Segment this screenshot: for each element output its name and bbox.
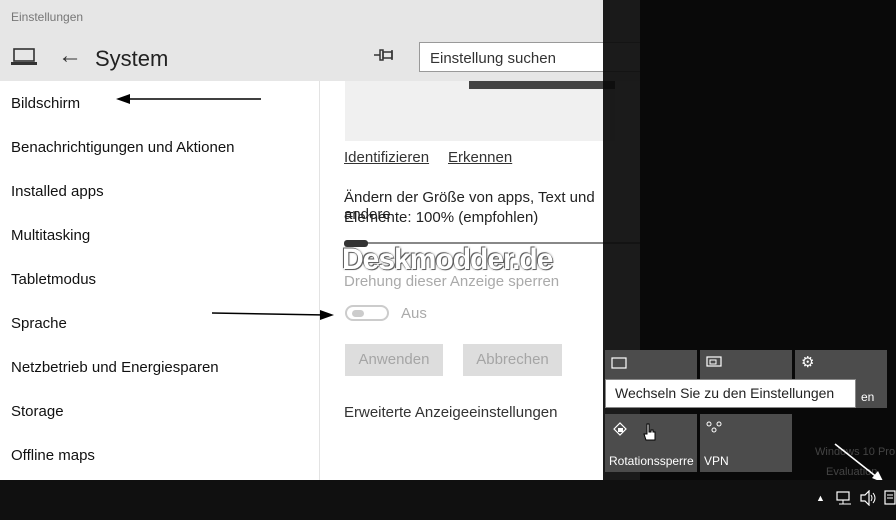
hand-cursor-icon bbox=[643, 423, 657, 448]
taskbar: ▲ bbox=[0, 480, 896, 520]
vpn-icon bbox=[706, 420, 722, 438]
annotation-arrows bbox=[116, 94, 334, 320]
tile-rotation-lock-label: Rotationssperre bbox=[609, 454, 694, 468]
project-icon bbox=[706, 356, 724, 375]
tooltip: Wechseln Sie zu den Einstellungen bbox=[605, 379, 856, 408]
action-center: ⚙ en Rotationssperre VPN bbox=[603, 0, 896, 480]
arrow-line-2 bbox=[211, 312, 327, 316]
tray-overflow-icon[interactable]: ▲ bbox=[816, 493, 825, 503]
watermark: Deskmodder.de bbox=[342, 243, 553, 276]
rotation-lock-icon bbox=[611, 420, 629, 443]
settings-window: Einstellungen ← System Einstellung suche… bbox=[0, 0, 640, 480]
arrow-head-1 bbox=[116, 94, 130, 104]
tile-vpn-label: VPN bbox=[704, 454, 729, 468]
gear-icon: ⚙ bbox=[801, 354, 815, 371]
tile-vpn[interactable]: VPN bbox=[700, 414, 792, 472]
tile-settings-label: en bbox=[861, 390, 875, 404]
volume-icon[interactable] bbox=[860, 489, 878, 509]
action-center-icon[interactable] bbox=[884, 490, 896, 509]
arrow-head-2 bbox=[320, 310, 334, 320]
network-icon[interactable] bbox=[836, 490, 854, 509]
tablet-icon bbox=[611, 356, 627, 374]
